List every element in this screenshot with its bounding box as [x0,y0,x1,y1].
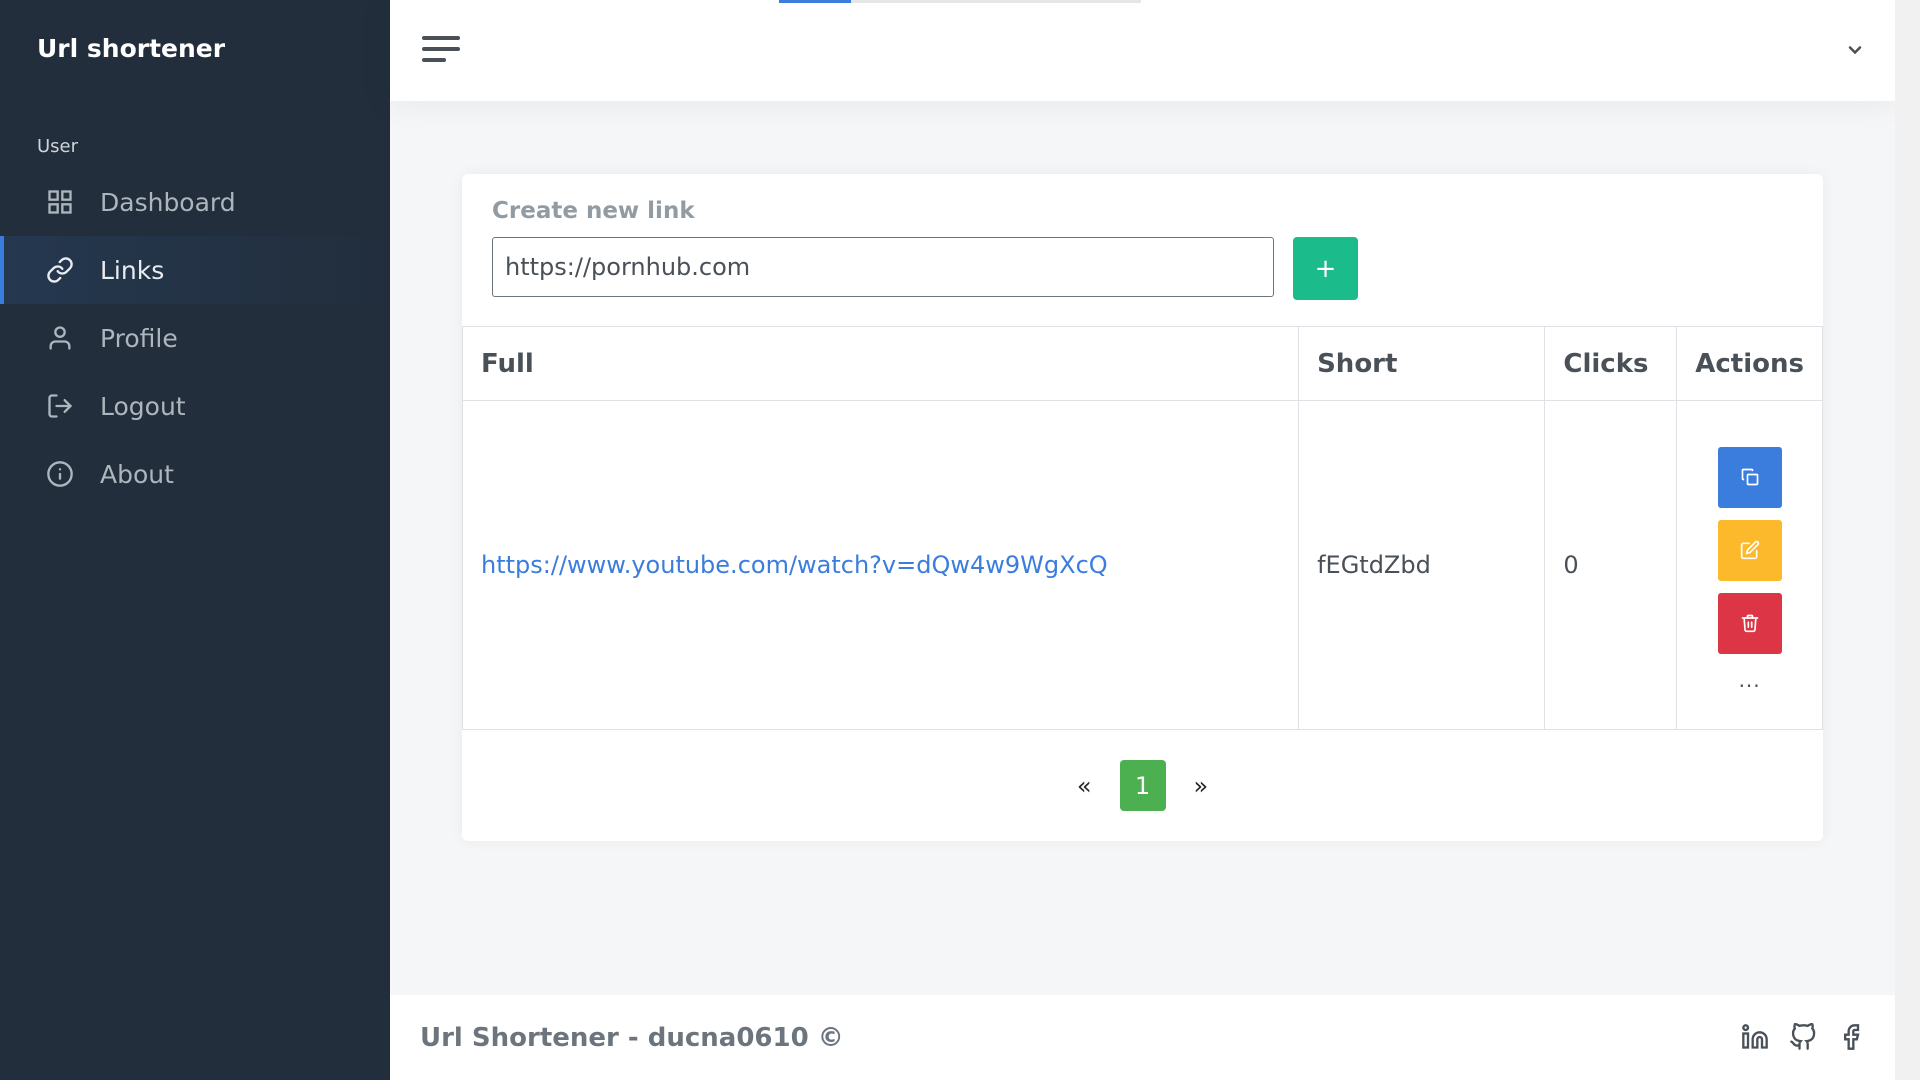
sidebar-item-label: Logout [100,391,186,421]
loading-bar [779,0,1141,3]
pagination: « 1 » [462,760,1823,811]
column-header-short: Short [1298,326,1546,401]
sidebar-item-label: Profile [100,323,178,353]
facebook-icon[interactable] [1837,1023,1865,1051]
footer-text: Url Shortener - ducna0610 © [420,1023,844,1053]
table-header-row: Full Short Clicks Actions [461,326,1823,401]
links-table: Full Short Clicks Actions https://www.yo… [461,326,1823,730]
sidebar-nav: Dashboard Links Profile Logout About [0,168,390,508]
sidebar-item-profile[interactable]: Profile [0,304,390,372]
url-input[interactable] [492,237,1274,297]
sidebar-section-header: User [37,136,79,157]
sidebar-item-label: About [100,459,174,489]
sidebar-item-dashboard[interactable]: Dashboard [0,168,390,236]
scrollbar[interactable] [1895,0,1920,1080]
delete-button[interactable] [1717,592,1782,654]
github-icon[interactable] [1789,1023,1817,1051]
linkedin-icon[interactable] [1741,1023,1769,1051]
pagination-prev[interactable]: « [1071,772,1098,800]
column-header-clicks: Clicks [1544,326,1678,401]
sidebar: Url shortener User Dashboard Links Profi… [0,0,390,1080]
copy-icon [1741,468,1758,486]
cell-clicks: 0 [1544,400,1678,730]
social-links [1741,1023,1865,1051]
sidebar-item-label: Links [100,255,165,285]
column-header-full: Full [461,326,1300,401]
sidebar-item-label: Dashboard [100,187,236,217]
brand-title[interactable]: Url shortener [37,34,225,63]
grid-icon [48,190,72,214]
links-card: Create new link + Full Short Clicks Acti… [461,174,1823,841]
edit-button[interactable] [1717,519,1782,581]
loading-bar-fill [779,0,852,3]
pagination-page-1[interactable]: 1 [1119,760,1166,811]
hamburger-icon[interactable] [422,36,460,66]
table-row: https://www.youtube.com/watch?v=dQw4w9Wg… [461,400,1823,730]
chevron-down-icon[interactable] [1845,40,1865,60]
cell-short: fEGtdZbd [1298,400,1546,730]
sidebar-item-links[interactable]: Links [0,236,390,304]
pagination-next[interactable]: » [1188,772,1215,800]
add-link-button[interactable]: + [1293,237,1358,300]
link-icon [47,257,73,283]
full-url-link[interactable]: https://www.youtube.com/watch?v=dQw4w9Wg… [481,551,1108,579]
cell-full: https://www.youtube.com/watch?v=dQw4w9Wg… [461,400,1300,730]
column-header-actions: Actions [1676,326,1823,401]
more-actions[interactable]: ... [1739,668,1761,692]
user-icon [49,326,71,350]
logout-icon [48,394,73,418]
sidebar-item-about[interactable]: About [0,440,390,508]
footer: Url Shortener - ducna0610 © [390,995,1895,1080]
edit-icon [1740,540,1759,560]
cell-actions: ... [1676,400,1823,730]
row-actions: ... [1695,439,1804,692]
sidebar-item-logout[interactable]: Logout [0,372,390,440]
create-link-title: Create new link [492,198,695,224]
trash-icon [1741,614,1758,633]
info-icon [47,461,73,487]
copy-button[interactable] [1717,446,1782,508]
topbar [390,0,1895,101]
